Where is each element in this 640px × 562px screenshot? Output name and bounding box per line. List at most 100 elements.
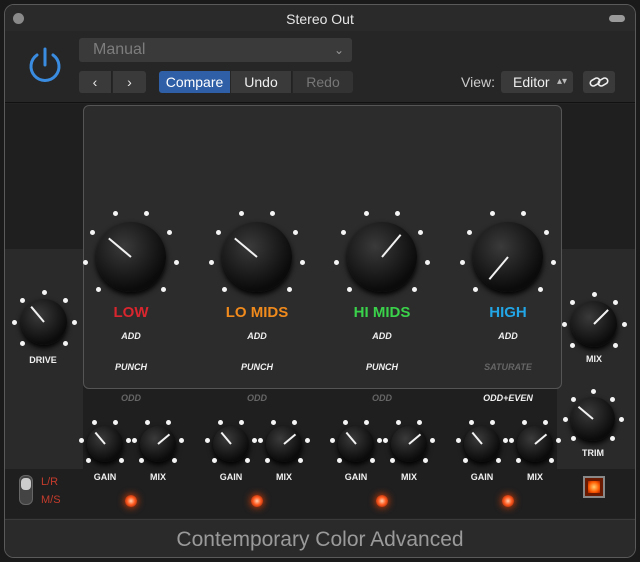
band-3-option[interactable]: PUNCH: [342, 362, 422, 372]
knob-scale-dot: [131, 437, 137, 443]
previous-preset-button[interactable]: ‹: [79, 71, 112, 93]
band-1-option[interactable]: PUNCH: [91, 362, 171, 372]
band-2-gain-knob[interactable]: [213, 426, 249, 462]
knob-scale-dot: [62, 298, 68, 304]
knob-scale-dot: [551, 259, 557, 265]
led-indicator: [588, 481, 600, 493]
band-4-option[interactable]: ODD+EVEN: [468, 393, 548, 403]
trim-led-button[interactable]: [583, 476, 605, 498]
view-value: Editor: [513, 74, 550, 90]
window-menu-icon[interactable]: [609, 15, 625, 22]
band-3-mix-knob[interactable]: [391, 426, 427, 462]
knob-pointer: [471, 431, 483, 445]
plugin-footer: Contemporary Color Advanced: [5, 519, 635, 557]
knob-scale-dot: [89, 230, 95, 236]
chevron-down-icon: ⌄: [333, 43, 344, 57]
band-3-gain-knob[interactable]: [338, 426, 374, 462]
band-4-option[interactable]: ADD: [468, 331, 548, 341]
band-4-led[interactable]: [502, 495, 514, 507]
knob-scale-dot: [466, 230, 472, 236]
knob-scale-dot: [508, 437, 514, 443]
output-mix-knob[interactable]: [571, 301, 617, 347]
preset-select[interactable]: Manual ⌄: [79, 38, 352, 62]
knob-scale-dot: [126, 437, 132, 443]
knob-pointer: [488, 256, 509, 281]
band-1-mix-label: MIX: [149, 472, 166, 482]
band-4-gain-knob[interactable]: [464, 426, 500, 462]
band-2-mix-knob[interactable]: [266, 426, 302, 462]
band-3-option[interactable]: ODD: [342, 393, 422, 403]
knob-scale-dot: [257, 437, 263, 443]
drive-knob[interactable]: [21, 299, 67, 345]
drive-label: DRIVE: [29, 355, 57, 365]
knob-pointer: [233, 237, 258, 258]
knob-scale-dot: [570, 396, 576, 402]
knob-scale-dot: [78, 437, 84, 443]
knob-scale-dot: [215, 230, 221, 236]
knob-scale-dot: [144, 420, 150, 426]
knob-scale-dot: [394, 211, 400, 217]
stereo-mode-switch[interactable]: [19, 475, 33, 505]
band-3-gain-label: GAIN: [344, 472, 368, 482]
view-select[interactable]: Editor ▴▾: [501, 71, 573, 93]
knob-scale-dot: [62, 340, 68, 346]
knob-scale-dot: [208, 259, 214, 265]
band-2-mix-label: MIX: [275, 472, 292, 482]
band-1-label: LOW: [113, 304, 149, 321]
band-4-gain-label: GAIN: [470, 472, 494, 482]
undo-button[interactable]: Undo: [231, 71, 292, 93]
band-1-knob[interactable]: [96, 222, 166, 292]
mode-lr-label: L/R: [41, 476, 59, 488]
band-4-mix-knob[interactable]: [517, 426, 553, 462]
next-preset-button[interactable]: ›: [113, 71, 146, 93]
knob-scale-dot: [538, 287, 544, 293]
knob-scale-dot: [300, 259, 306, 265]
knob-pointer: [381, 233, 402, 258]
knob-scale-dot: [618, 416, 624, 422]
redo-button[interactable]: Redo: [293, 71, 353, 93]
band-1-mix-knob[interactable]: [140, 426, 176, 462]
knob-scale-dot: [377, 437, 383, 443]
knob-scale-dot: [346, 287, 352, 293]
knob-scale-dot: [590, 388, 596, 394]
band-2-option[interactable]: ODD: [217, 393, 297, 403]
trim-knob[interactable]: [571, 397, 615, 441]
band-1-led[interactable]: [125, 495, 137, 507]
band-3-option[interactable]: ADD: [342, 331, 422, 341]
knob-scale-dot: [41, 289, 47, 295]
band-1-gain-knob[interactable]: [87, 426, 123, 462]
band-3-knob[interactable]: [347, 222, 417, 292]
band-2-option[interactable]: PUNCH: [217, 362, 297, 372]
knob-scale-dot: [561, 321, 567, 327]
knob-scale-dot: [269, 211, 275, 217]
knob-scale-dot: [591, 291, 597, 297]
band-2-led[interactable]: [251, 495, 263, 507]
updown-icon: ▴▾: [556, 76, 567, 87]
knob-scale-dot: [430, 437, 436, 443]
band-4-knob[interactable]: [473, 222, 543, 292]
band-4-option[interactable]: SATURATE: [468, 362, 548, 372]
band-2-knob[interactable]: [222, 222, 292, 292]
band-1-option[interactable]: ADD: [91, 331, 171, 341]
knob-scale-dot: [459, 259, 465, 265]
compare-button[interactable]: Compare: [159, 71, 230, 93]
band-3-led[interactable]: [376, 495, 388, 507]
knob-scale-dot: [570, 342, 576, 348]
knob-pointer: [157, 433, 171, 445]
knob-scale-dot: [382, 437, 388, 443]
preset-value: Manual: [93, 41, 146, 58]
band-2-label: LO MIDS: [225, 304, 289, 321]
knob-scale-dot: [20, 340, 26, 346]
link-button[interactable]: [583, 71, 615, 93]
band-2-option[interactable]: ADD: [217, 331, 297, 341]
knob-scale-dot: [503, 437, 509, 443]
knob-scale-dot: [71, 319, 77, 325]
knob-scale-dot: [179, 437, 185, 443]
power-icon[interactable]: [25, 45, 65, 85]
knob-pointer: [220, 431, 232, 445]
knob-scale-dot: [412, 287, 418, 293]
knob-scale-dot: [204, 437, 210, 443]
knob-pointer: [577, 406, 594, 420]
band-4-mix-label: MIX: [526, 472, 543, 482]
band-1-option[interactable]: ODD: [91, 393, 171, 403]
